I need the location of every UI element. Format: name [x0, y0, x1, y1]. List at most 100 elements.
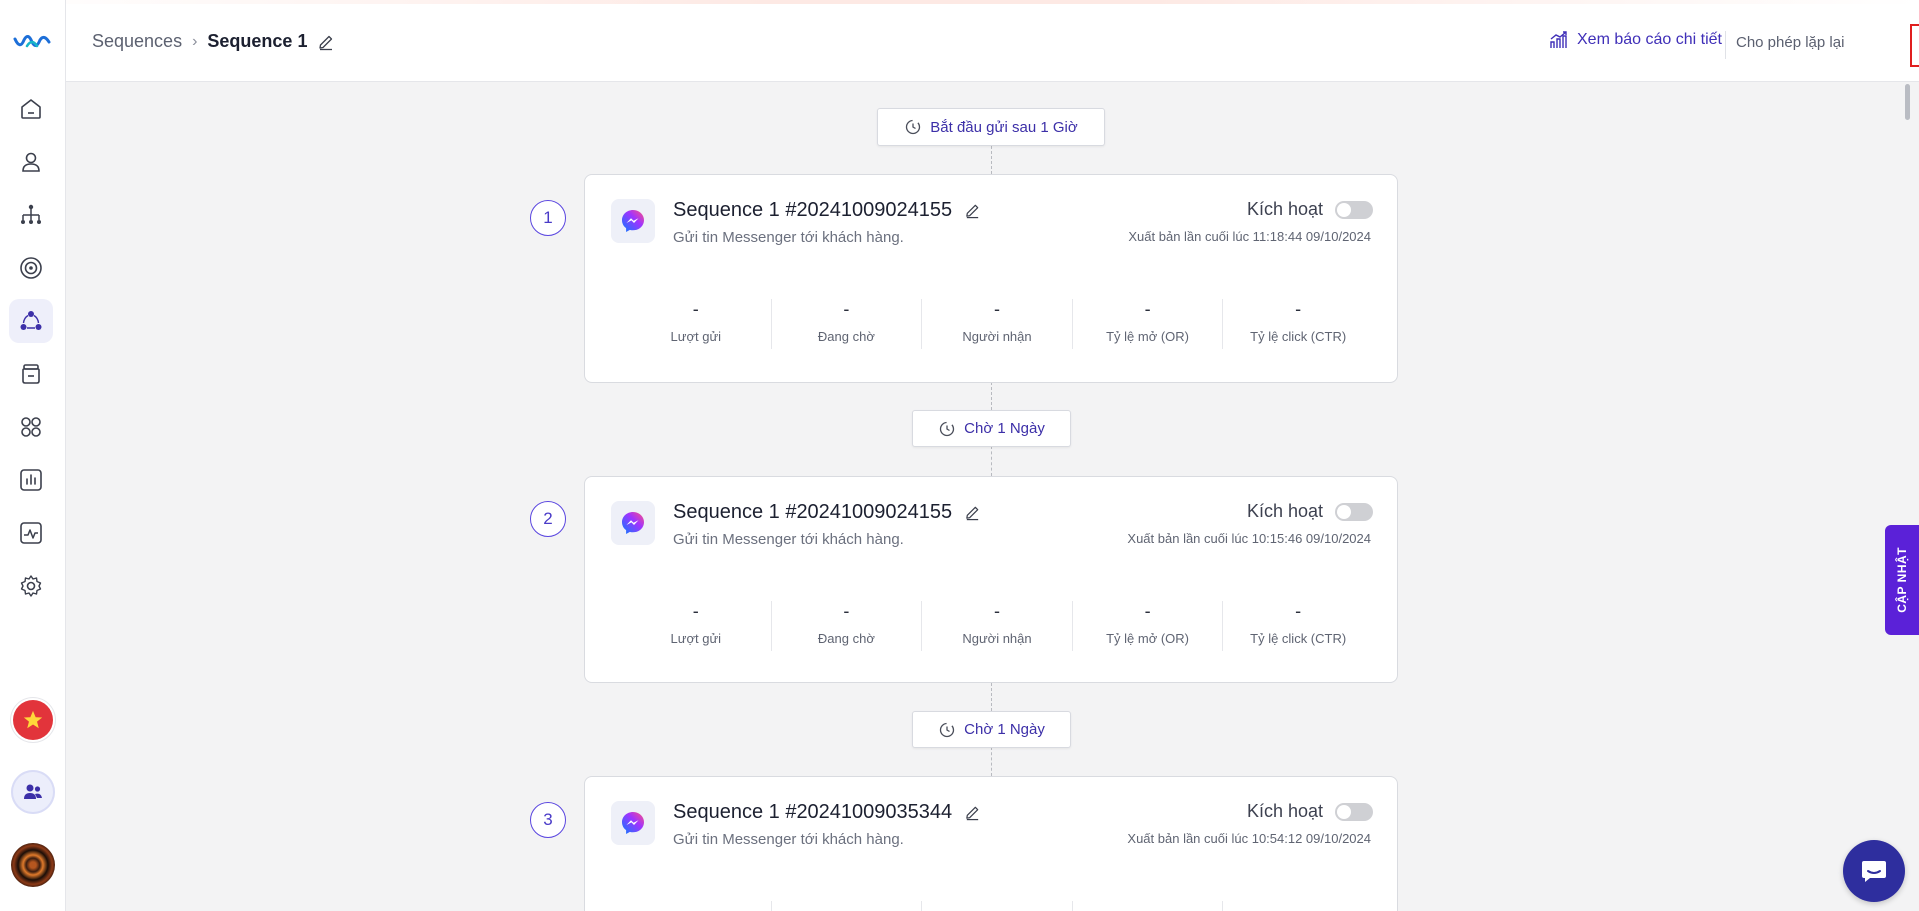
- activate-toggle[interactable]: [1335, 502, 1373, 521]
- edit-title-icon[interactable]: [317, 33, 335, 51]
- flow-connector: [991, 747, 992, 776]
- stat-label: Lượt gửi: [670, 329, 722, 344]
- edit-step-icon[interactable]: [964, 504, 981, 521]
- last-published: Xuất bản lần cuối lúc 10:54:12 09/10/202…: [1127, 831, 1371, 846]
- stat-label: Đang chờ: [817, 631, 875, 646]
- update-tab[interactable]: CẬP NHẬT: [1885, 525, 1919, 635]
- step-number: 2: [530, 501, 566, 537]
- sidebar-item-contacts[interactable]: [9, 140, 53, 184]
- language-flag-vietnam[interactable]: [13, 700, 53, 740]
- activate-label: Kích hoạt: [1246, 199, 1323, 219]
- sidebar-item-home[interactable]: [9, 87, 53, 131]
- stat-click-rate: [1223, 901, 1373, 911]
- report-chart-icon: [1550, 31, 1567, 48]
- stat-value: -: [1144, 601, 1151, 621]
- stat-value: -: [1295, 601, 1302, 621]
- stat-value: -: [843, 299, 850, 319]
- stat-value: -: [692, 299, 699, 319]
- start-delay-label: Bắt đầu gửi sau 1 Giờ: [930, 118, 1078, 136]
- chat-support-button[interactable]: [1843, 840, 1905, 902]
- detailed-report-link[interactable]: Xem báo cáo chi tiết: [1549, 30, 1722, 50]
- sidebar-item-reports[interactable]: [9, 458, 53, 502]
- stat-click-rate: - Tỷ lệ click (CTR): [1223, 601, 1373, 651]
- sidebar-item-sequences[interactable]: [9, 299, 53, 343]
- flow-connector: [991, 446, 992, 476]
- stat-label: Tỷ lệ click (CTR): [1250, 329, 1347, 344]
- broadcast-icon: [20, 257, 42, 279]
- team-switcher[interactable]: [11, 770, 55, 814]
- messenger-icon: [622, 812, 644, 834]
- start-delay-button[interactable]: Bắt đầu gửi sau 1 Giờ: [877, 108, 1105, 146]
- sidebar-item-products[interactable]: [9, 352, 53, 396]
- stat-sent: - Lượt gửi: [621, 299, 772, 349]
- brand-logo[interactable]: [12, 30, 52, 54]
- stat-open-rate: - Tỷ lệ mở (OR): [1073, 299, 1224, 349]
- org-tree-icon: [21, 204, 41, 224]
- star-icon: [23, 710, 43, 729]
- sequence-step-card[interactable]: Sequence 1 #20241009024155 Gửi tin Messe…: [584, 174, 1398, 383]
- flow-connector: [991, 146, 992, 174]
- stat-value: -: [993, 299, 1000, 319]
- activate-label: Kích hoạt: [1246, 801, 1323, 821]
- sidebar-item-settings[interactable]: [9, 564, 53, 608]
- breadcrumb-parent-link[interactable]: Sequences: [92, 31, 182, 52]
- step-title-text: Sequence 1 #20241009024155: [673, 199, 953, 221]
- stat-pending: - Đang chờ: [772, 601, 923, 651]
- edit-step-icon[interactable]: [964, 804, 981, 821]
- allow-repeat-label: Cho phép lặp lại: [1736, 34, 1845, 51]
- header-divider: [1725, 31, 1726, 59]
- flow-connector: [991, 382, 992, 410]
- sidebar-item-broadcast[interactable]: [9, 246, 53, 290]
- stat-recipients: [922, 901, 1073, 911]
- last-published: Xuất bản lần cuối lúc 10:15:46 09/10/202…: [1127, 531, 1371, 546]
- sidebar-item-segments[interactable]: [9, 193, 53, 237]
- step-stats: [621, 901, 1373, 911]
- wait-delay-button[interactable]: Chờ 1 Ngày: [912, 711, 1071, 748]
- edit-step-icon[interactable]: [964, 202, 981, 219]
- page-title: Sequence 1: [207, 31, 308, 51]
- activate-control: Kích hoạt: [1247, 801, 1373, 822]
- gear-icon: [20, 575, 42, 597]
- flow-connector: [991, 683, 992, 711]
- last-published: Xuất bản lần cuối lúc 11:18:44 09/10/202…: [1128, 229, 1371, 244]
- stat-value: -: [843, 601, 850, 621]
- stat-label: Tỷ lệ mở (OR): [1106, 631, 1190, 646]
- sidebar: [0, 0, 66, 911]
- sequence-step-card[interactable]: Sequence 1 #20241009035344 Gửi tin Messe…: [584, 776, 1398, 911]
- activate-toggle[interactable]: [1335, 802, 1373, 821]
- clock-icon: [939, 421, 955, 436]
- stat-label: Tỷ lệ mở (OR): [1106, 329, 1190, 344]
- stat-label: Người nhận: [962, 631, 1032, 646]
- chevron-right-icon: ›: [192, 32, 198, 50]
- stat-click-rate: - Tỷ lệ click (CTR): [1223, 299, 1373, 349]
- step-description: Gửi tin Messenger tới khách hàng.: [673, 229, 904, 246]
- messenger-channel: [611, 199, 655, 243]
- activate-control: Kích hoạt: [1247, 199, 1373, 220]
- sidebar-item-analytics[interactable]: [9, 511, 53, 555]
- messenger-channel: [611, 801, 655, 845]
- step-title: Sequence 1 #20241009024155: [673, 501, 981, 524]
- wait-delay-label: Chờ 1 Ngày: [964, 721, 1045, 738]
- breadcrumb: Sequences › Sequence 1: [92, 31, 335, 52]
- user-avatar[interactable]: [11, 843, 55, 887]
- step-description: Gửi tin Messenger tới khách hàng.: [673, 531, 904, 548]
- update-tab-label: CẬP NHẬT: [1895, 547, 1909, 613]
- clock-icon: [906, 119, 921, 135]
- stat-value: -: [1295, 299, 1302, 319]
- stat-label: Đang chờ: [817, 329, 875, 344]
- sequence-step-card[interactable]: Sequence 1 #20241009024155 Gửi tin Messe…: [584, 476, 1398, 683]
- step-title: Sequence 1 #20241009035344: [673, 801, 981, 824]
- stat-value: -: [1144, 299, 1151, 319]
- stat-pending: - Đang chờ: [772, 299, 923, 349]
- scrollbar-thumb[interactable]: [1905, 84, 1910, 120]
- apps-icon: [21, 417, 41, 437]
- user-icon: [22, 152, 40, 172]
- sidebar-item-apps[interactable]: [9, 405, 53, 449]
- stat-open-rate: [1073, 901, 1224, 911]
- wait-delay-button[interactable]: Chờ 1 Ngày: [912, 410, 1071, 447]
- allow-repeat-highlight: [1910, 24, 1919, 67]
- activate-label: Kích hoạt: [1246, 501, 1323, 521]
- clock-icon: [939, 722, 955, 737]
- activate-toggle[interactable]: [1335, 200, 1373, 219]
- messenger-channel: [611, 501, 655, 545]
